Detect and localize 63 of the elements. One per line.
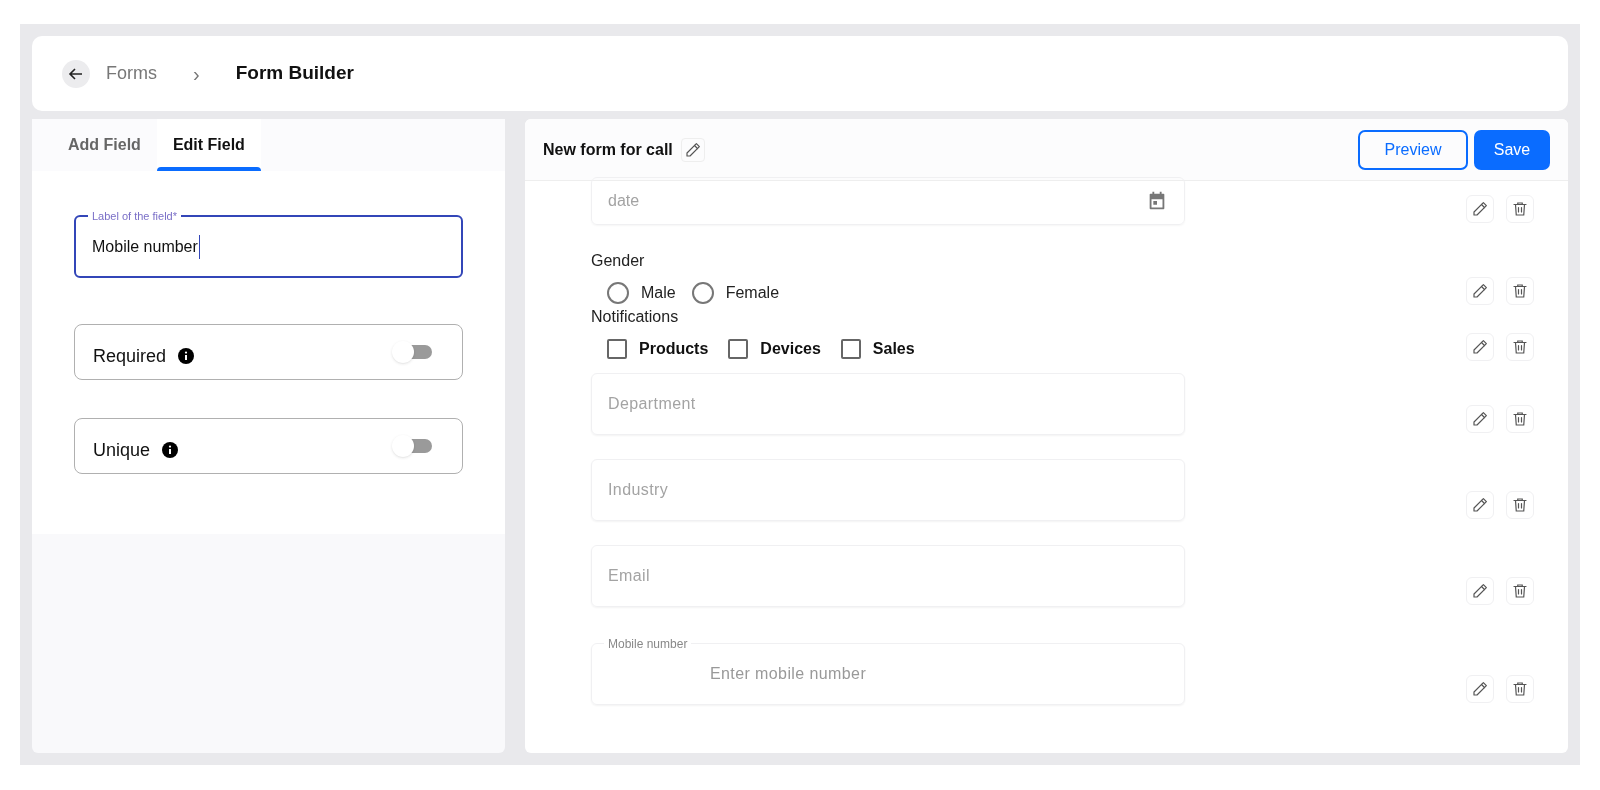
tab[interactable]: Add Field: [52, 119, 157, 171]
edit-button[interactable]: [1466, 195, 1494, 223]
delete-button[interactable]: [1506, 675, 1534, 703]
placeholder-text: Enter mobile number: [710, 664, 867, 684]
checkbox[interactable]: [728, 339, 749, 359]
rename-button[interactable]: [680, 137, 705, 162]
save-button[interactable]: Save: [1474, 129, 1550, 170]
radio-button[interactable]: [607, 282, 629, 304]
edit-button[interactable]: [1466, 277, 1494, 305]
pencil-icon: [1471, 582, 1489, 600]
pencil-icon: [1471, 338, 1489, 356]
trash-icon: [1511, 496, 1529, 514]
breadcrumb-separator: ›: [192, 61, 201, 87]
edit-button[interactable]: [1466, 333, 1494, 361]
trash-icon: [1511, 338, 1529, 356]
text-field[interactable]: Department: [591, 373, 1185, 435]
trash-icon: [1511, 582, 1529, 600]
option-label: Male: [641, 283, 676, 303]
option-label: Devices: [760, 339, 821, 359]
edit-button[interactable]: [1466, 577, 1494, 605]
page-title: Form Builder: [235, 61, 354, 86]
back-arrow-icon: [68, 65, 84, 82]
preview-button[interactable]: Preview: [1358, 129, 1468, 170]
checkbox[interactable]: [840, 339, 861, 359]
toggle-label: Required: [93, 344, 167, 368]
delete-button[interactable]: [1506, 195, 1534, 223]
breadcrumb-link[interactable]: Forms: [106, 60, 157, 87]
delete-button[interactable]: [1506, 405, 1534, 433]
option-label: Female: [725, 283, 780, 303]
toggle-label: Unique: [93, 438, 151, 462]
delete-button[interactable]: [1506, 491, 1534, 519]
delete-button[interactable]: [1506, 333, 1534, 361]
date-field[interactable]: date: [591, 177, 1185, 225]
input-value: Mobile number: [92, 234, 200, 259]
pencil-icon: [1471, 282, 1489, 300]
trash-icon: [1511, 410, 1529, 428]
pencil-icon: [683, 140, 702, 159]
radio-button[interactable]: [691, 282, 714, 304]
form-title: New form for call: [543, 139, 673, 160]
pencil-icon: [1471, 410, 1489, 428]
edit-button[interactable]: [1466, 491, 1494, 519]
option-label: Products: [639, 339, 709, 359]
placeholder-text: date: [608, 191, 640, 211]
option-label: Sales: [872, 339, 915, 359]
field-label: Notifications: [591, 307, 680, 327]
tab[interactable]: Edit Field: [156, 119, 261, 171]
info-icon: [178, 348, 195, 364]
back-button[interactable]: [62, 59, 90, 88]
edit-button[interactable]: [1466, 675, 1494, 703]
text-field[interactable]: Email: [591, 545, 1185, 607]
trash-icon: [1511, 200, 1529, 218]
pencil-icon: [1471, 680, 1489, 698]
checkbox[interactable]: [607, 339, 627, 359]
edit-button[interactable]: [1466, 405, 1494, 433]
field-label: Gender: [591, 251, 646, 271]
trash-icon: [1511, 282, 1529, 300]
text-field[interactable]: Industry: [591, 459, 1185, 521]
pencil-icon: [1471, 496, 1489, 514]
pencil-icon: [1471, 200, 1489, 218]
trash-icon: [1511, 680, 1529, 698]
delete-button[interactable]: [1506, 577, 1534, 605]
delete-button[interactable]: [1506, 277, 1534, 305]
info-icon: [162, 442, 179, 458]
